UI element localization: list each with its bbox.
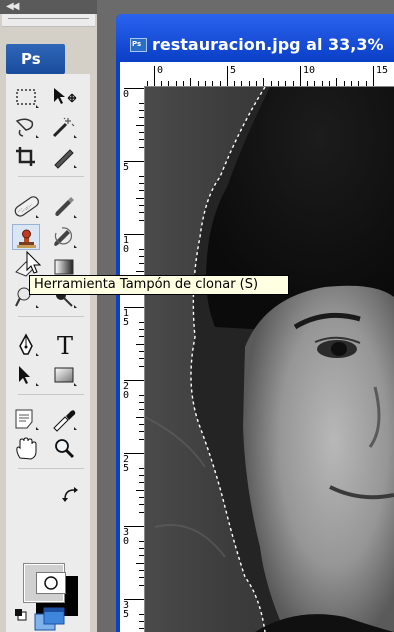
ruler-label: 10 [123,235,130,255]
toolbox-separator [18,176,84,177]
magic-wand-icon [52,117,77,138]
eyedropper-slice-icon [54,149,77,169]
tools-panel: ◀◀ Ps T [0,0,97,632]
rectangular-marquee-tool[interactable] [12,84,40,110]
brush-icon [55,197,77,218]
screen-mode-button[interactable] [32,604,66,632]
path-selection-tool[interactable] [12,362,40,388]
ruler-label: 15 [376,65,389,76]
magic-wand-tool[interactable] [50,114,78,140]
toolbox-separator [18,316,84,317]
collapse-panel-icon[interactable]: ◀◀ [6,1,19,12]
eyedropper-tool[interactable] [50,406,78,432]
move-icon [54,88,77,104]
ruler-label: 0 [157,65,164,76]
zoom-tool[interactable] [50,436,78,462]
clone-stamp-icon [17,229,36,248]
toolbox-separator [18,468,84,469]
zoom-icon [55,439,75,459]
vertical-ruler[interactable]: 0 5 10 15 20 25 30 35 [120,86,145,632]
notes-tool[interactable] [12,406,40,432]
default-colors-icon[interactable] [14,608,28,622]
spot-healing-brush-icon [14,196,39,218]
pen-icon [19,333,39,356]
path-selection-icon [19,366,39,386]
ruler-label: 10 [303,65,316,76]
document-title: restauracion.jpg al 33,3% [152,35,384,54]
swap-colors-icon[interactable] [62,486,82,504]
ruler-label: 25 [123,454,130,474]
photoshop-logo[interactable]: Ps [6,44,65,74]
history-brush-icon [54,227,77,248]
notes-icon [15,409,39,430]
eyedropper-icon [53,410,77,432]
type-tool[interactable]: T [50,332,78,360]
lasso-icon [15,118,39,138]
lasso-tool[interactable] [12,114,40,140]
type-icon: T [57,332,74,360]
hand-tool[interactable] [12,436,40,462]
screen-mode-icon [34,607,65,631]
toolbox: T [6,74,90,632]
brush-tool[interactable] [50,194,78,220]
rectangle-shape-icon [54,367,77,386]
pen-tool[interactable] [12,332,40,358]
panel-collapse-bar[interactable]: ◀◀ [0,0,97,14]
document-icon: Ps [130,38,147,52]
tools-panel-grip[interactable] [2,14,95,27]
mouse-cursor-icon [26,251,42,274]
rectangle-tool[interactable] [50,362,78,388]
ruler-label: 20 [123,381,130,401]
slice-tool[interactable] [50,144,78,170]
toolbox-separator [18,394,84,395]
rectangular-marquee-icon [16,89,39,108]
tool-tooltip: Herramienta Tampón de clonar (S) [29,275,289,295]
crop-icon [16,147,35,166]
quick-mask-button[interactable] [36,572,66,594]
ruler-label: 15 [123,308,130,328]
hand-icon [16,437,37,460]
portrait-photo [145,87,394,632]
canvas-area[interactable]: 0 5 10 15 0 5 10 15 20 25 30 35 [120,62,394,632]
move-tool[interactable] [50,84,78,110]
history-brush-tool[interactable] [50,224,78,250]
spot-healing-brush-tool[interactable] [12,194,40,220]
quick-mask-icon [44,576,58,590]
ruler-label: 5 [123,162,130,173]
horizontal-ruler[interactable]: 0 5 10 15 [120,62,394,87]
document-title-bar[interactable]: Ps restauracion.jpg al 33,3% [116,14,394,62]
ruler-label: 5 [230,65,237,76]
clone-stamp-tool[interactable] [12,224,40,250]
photo-canvas[interactable] [145,87,394,632]
ruler-label: 0 [123,89,130,100]
crop-tool[interactable] [12,144,40,170]
app-logo-text: Ps [21,50,41,68]
ruler-label: 35 [123,600,130,620]
document-window: Ps restauracion.jpg al 33,3% 0 5 10 15 0… [116,14,394,632]
ruler-label: 30 [123,527,130,547]
